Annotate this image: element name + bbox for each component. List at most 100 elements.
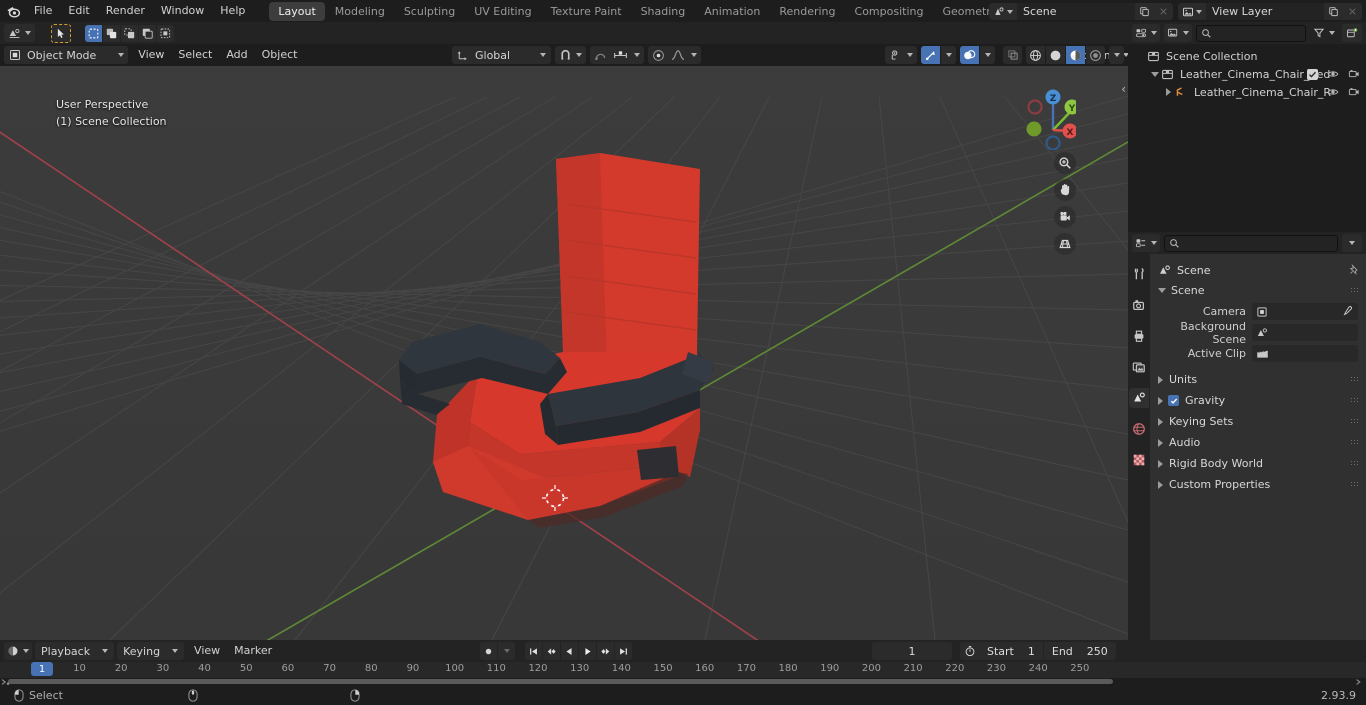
eye-icon[interactable] xyxy=(1327,86,1339,98)
gizmo-dropdown[interactable] xyxy=(941,46,956,64)
sidebar-collapse-icon[interactable]: ‹ xyxy=(1121,82,1126,96)
timeline-menu-view[interactable]: View xyxy=(187,642,227,660)
viewport-canvas[interactable] xyxy=(0,22,1128,640)
play-icon[interactable] xyxy=(579,642,596,660)
chevron-right-icon[interactable] xyxy=(1158,396,1163,405)
panel-expand-icon[interactable] xyxy=(1158,287,1166,293)
section-keying-sets[interactable]: Keying Sets xyxy=(1150,411,1366,432)
properties-search-input[interactable] xyxy=(1164,234,1338,252)
zoom-icon[interactable] xyxy=(1054,152,1076,174)
unlink-scene-button[interactable] xyxy=(1154,3,1173,20)
chevron-right-icon[interactable] xyxy=(1158,438,1163,447)
remove-view-layer-button[interactable] xyxy=(1343,3,1362,20)
view-layer-tab[interactable] xyxy=(1129,357,1149,377)
section-drag-handle[interactable] xyxy=(1350,376,1359,383)
set-select-icon[interactable] xyxy=(85,24,102,42)
workspace-tab-shading[interactable]: Shading xyxy=(632,2,695,21)
play-reverse-icon[interactable] xyxy=(561,642,578,660)
properties-editor-icon[interactable] xyxy=(1132,234,1160,252)
prev-keyframe-icon[interactable] xyxy=(543,642,560,660)
menu-render[interactable]: Render xyxy=(98,2,153,20)
section-custom-properties[interactable]: Custom Properties xyxy=(1150,474,1366,495)
blender-logo-icon[interactable] xyxy=(0,0,26,22)
section-drag-handle[interactable] xyxy=(1350,481,1359,488)
section-units[interactable]: Units xyxy=(1150,369,1366,390)
workspace-tab-uv-editing[interactable]: UV Editing xyxy=(465,2,540,21)
timeline-scrollbar[interactable] xyxy=(8,679,1113,684)
pan-hand-icon[interactable] xyxy=(1054,179,1076,201)
extend-select-icon[interactable] xyxy=(103,24,120,42)
wireframe-icon[interactable] xyxy=(1026,46,1045,64)
jump-end-icon[interactable] xyxy=(615,642,632,660)
eye-icon[interactable] xyxy=(1327,68,1339,80)
eyedropper-icon[interactable] xyxy=(1342,305,1354,320)
new-view-layer-button[interactable] xyxy=(1324,3,1343,20)
record-icon[interactable] xyxy=(480,642,497,660)
rendered-icon[interactable] xyxy=(1086,46,1105,64)
view-layer-selector[interactable]: View Layer xyxy=(1178,3,1362,20)
section-audio[interactable]: Audio xyxy=(1150,432,1366,453)
workspace-tab-sculpting[interactable]: Sculpting xyxy=(395,2,464,21)
output-tab[interactable] xyxy=(1129,326,1149,346)
outliner-expander[interactable] xyxy=(1162,88,1175,96)
workspace-tab-animation[interactable]: Animation xyxy=(695,2,769,21)
section-rigid-body-world[interactable]: Rigid Body World xyxy=(1150,453,1366,474)
outliner-display-icon[interactable] xyxy=(1132,24,1160,42)
menu-edit[interactable]: Edit xyxy=(60,2,97,20)
background-scene-field[interactable] xyxy=(1252,324,1358,341)
outliner-row[interactable]: Leather_Cinema_Chair_Red xyxy=(1128,65,1366,83)
chevron-right-icon[interactable] xyxy=(1158,417,1163,426)
end-frame-field[interactable]: End 250 xyxy=(1043,642,1116,660)
invert-select-icon[interactable] xyxy=(139,24,156,42)
viewport-menu-object[interactable]: Object xyxy=(255,46,305,64)
panel-drag-handle[interactable] xyxy=(1350,287,1359,294)
workspace-tab-modeling[interactable]: Modeling xyxy=(326,2,394,21)
section-gravity[interactable]: Gravity xyxy=(1150,390,1366,411)
editor-type-icon[interactable] xyxy=(4,24,35,42)
3d-viewport[interactable]: Object Mode View Select Add Object Global xyxy=(0,22,1128,640)
scene-panel-header[interactable]: Scene xyxy=(1150,280,1366,300)
scene-filter-icon[interactable] xyxy=(1164,24,1192,42)
scene-icon[interactable] xyxy=(989,3,1017,20)
timeline-channel-expand-icon[interactable] xyxy=(0,678,12,686)
scene-name[interactable]: Scene xyxy=(1017,3,1135,20)
workspace-tab-rendering[interactable]: Rendering xyxy=(770,2,844,21)
filter-funnel-icon[interactable] xyxy=(1310,24,1338,42)
tool-tab[interactable] xyxy=(1129,264,1149,284)
timeline-menu-marker[interactable]: Marker xyxy=(227,642,279,660)
stopwatch-icon[interactable] xyxy=(960,642,979,660)
view-layer-icon[interactable] xyxy=(1178,3,1206,20)
camera-view-icon[interactable] xyxy=(1054,206,1076,228)
outliner-search-input[interactable] xyxy=(1196,24,1306,42)
chevron-right-icon[interactable] xyxy=(1158,480,1163,489)
overlays-icon[interactable] xyxy=(960,46,979,64)
world-tab[interactable] xyxy=(1129,419,1149,439)
outliner-tree[interactable]: Scene Collection Leather_Cinema_Chair_Red… xyxy=(1128,44,1366,101)
camera-field[interactable] xyxy=(1252,303,1358,320)
snap-settings[interactable] xyxy=(590,46,645,64)
chevron-right-icon[interactable] xyxy=(1158,459,1163,468)
render-tab[interactable] xyxy=(1129,295,1149,315)
current-frame-field[interactable]: 1 xyxy=(872,642,952,660)
toggle-perspective-icon[interactable] xyxy=(1054,233,1076,255)
object-mode-selector[interactable]: Object Mode xyxy=(4,46,129,64)
solid-icon[interactable] xyxy=(1046,46,1065,64)
checkbox-icon[interactable] xyxy=(1307,68,1318,80)
scene-tab[interactable] xyxy=(1129,388,1149,408)
gizmo-icon[interactable] xyxy=(921,46,940,64)
workspace-tab-layout[interactable]: Layout xyxy=(269,1,325,21)
keying-menu[interactable]: Keying xyxy=(117,642,185,660)
properties-options-dropdown[interactable] xyxy=(1342,234,1362,252)
overlays-dropdown[interactable] xyxy=(980,46,995,64)
jump-start-icon[interactable] xyxy=(525,642,542,660)
timeline-scroll-right-icon[interactable] xyxy=(1354,678,1364,686)
menu-window[interactable]: Window xyxy=(153,2,212,20)
pin-icon[interactable] xyxy=(1348,264,1360,276)
section-checkbox[interactable] xyxy=(1168,395,1179,406)
viewport-menu-select[interactable]: Select xyxy=(171,46,219,64)
viewport-menu-view[interactable]: View xyxy=(131,46,171,64)
section-drag-handle[interactable] xyxy=(1350,439,1359,446)
new-scene-button[interactable] xyxy=(1135,3,1154,20)
outliner-row[interactable]: Leather_Cinema_Chair_R xyxy=(1128,83,1366,101)
next-keyframe-icon[interactable] xyxy=(597,642,614,660)
